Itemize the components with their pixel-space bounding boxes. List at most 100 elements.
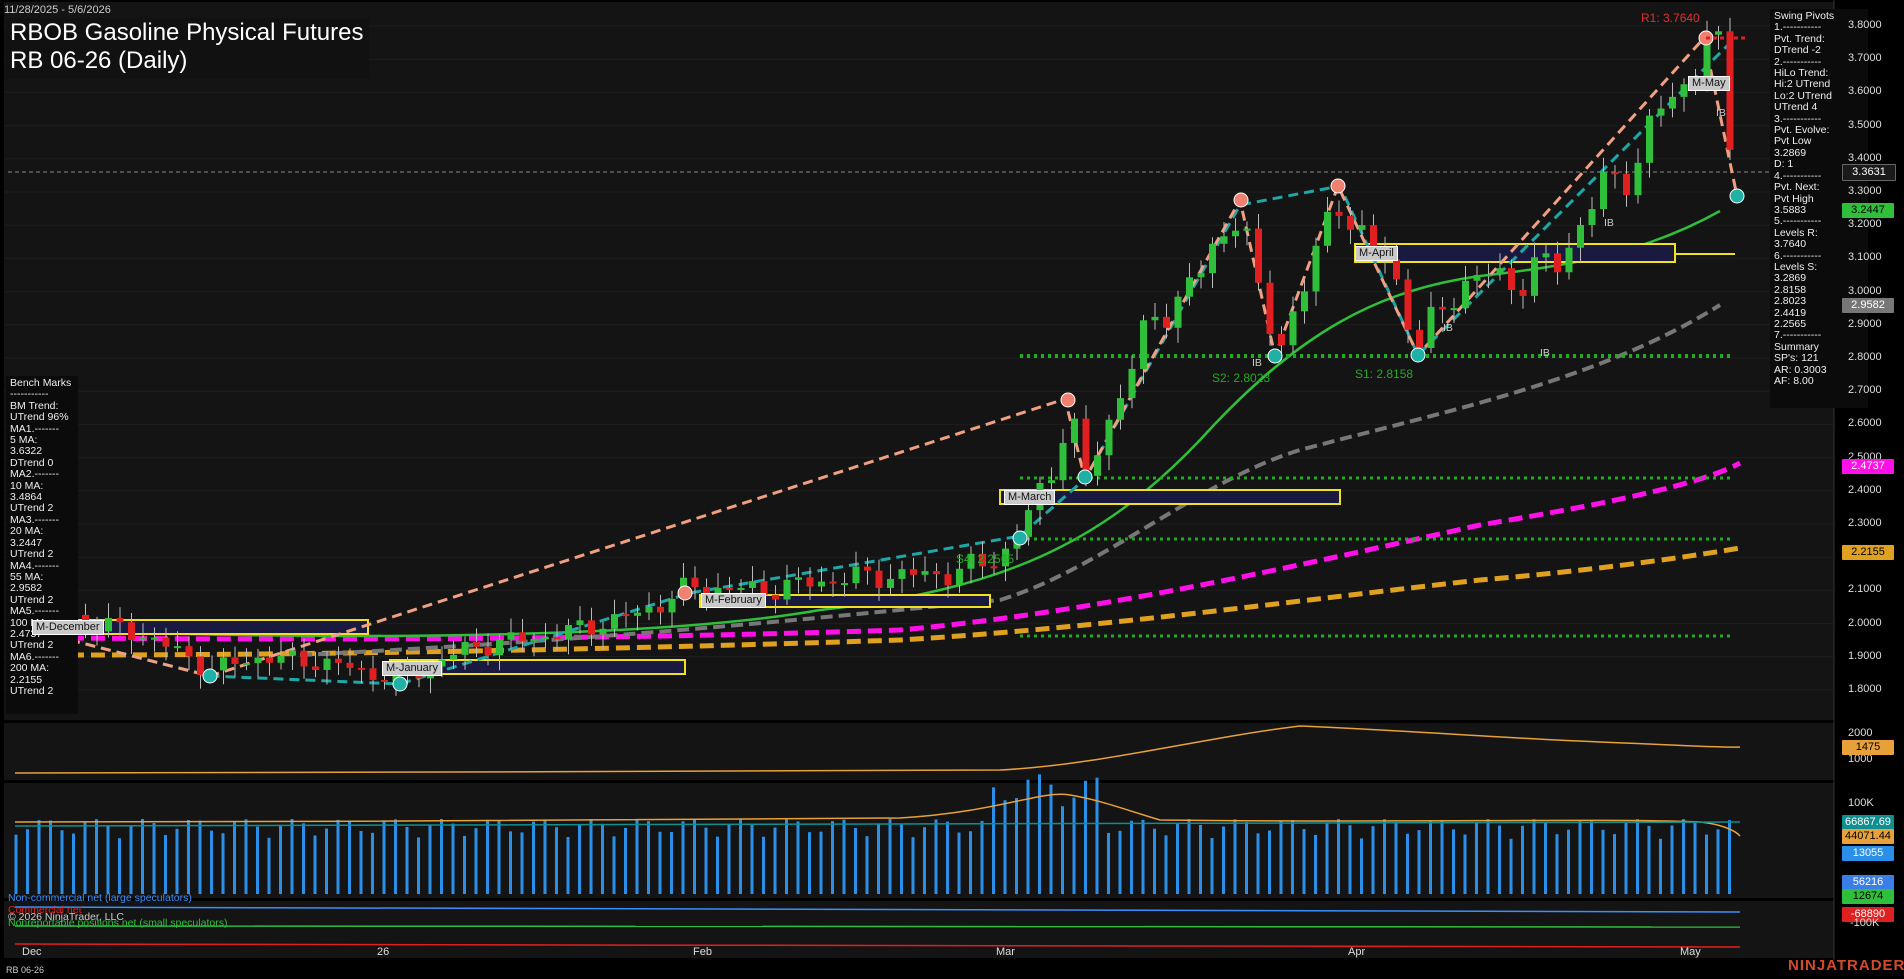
volume-bar <box>1544 822 1547 894</box>
pivot-high-marker <box>1060 392 1076 408</box>
volume-bar <box>923 827 926 894</box>
candle-body <box>530 638 538 642</box>
volume-bar <box>417 837 420 894</box>
candle-body <box>1508 268 1515 291</box>
price-tick: 3.2000 <box>1848 218 1882 231</box>
candle-body <box>1462 280 1469 309</box>
candle-body <box>1542 253 1550 258</box>
volume-bar <box>474 828 478 894</box>
volume-bar <box>739 819 742 894</box>
candle-body <box>1565 247 1573 273</box>
chart-canvas[interactable] <box>0 0 1904 979</box>
price-tick: 1.9000 <box>1848 649 1882 662</box>
price-level-badge: 3.3631 <box>1842 164 1896 182</box>
candle-body <box>1531 257 1538 296</box>
candle-body <box>1439 306 1446 310</box>
candle-body <box>1025 510 1032 537</box>
candle-body <box>565 625 572 640</box>
pivot-low-marker <box>392 676 408 692</box>
volume-bar <box>14 834 18 894</box>
candle-body <box>197 656 204 676</box>
volume-bar <box>957 832 961 894</box>
volume-bar <box>164 835 167 894</box>
month-label-april: M-April <box>1355 246 1398 261</box>
volume-bar <box>693 819 696 894</box>
volume-bar <box>670 832 673 894</box>
cot-legend-noncommercial: Non-commercial net (large speculators) <box>8 892 192 904</box>
volume-bar <box>992 787 995 894</box>
volume-bar <box>1049 784 1053 894</box>
candle-body <box>542 637 549 640</box>
candle-body <box>806 577 814 587</box>
volume-bar <box>555 827 558 894</box>
volume-bar <box>1245 822 1248 894</box>
volume-bar <box>1452 829 1455 894</box>
candle-body <box>944 574 952 586</box>
volume-bar <box>911 837 915 894</box>
volume-bar <box>1659 838 1662 894</box>
price-tick: 2.4000 <box>1848 483 1882 496</box>
candle-body <box>990 566 998 569</box>
volume-bar <box>578 824 581 894</box>
volume-bar <box>187 819 190 894</box>
instrument-contract: RB 06-26 (Daily) <box>10 47 188 74</box>
price-tick: 1.8000 <box>1848 683 1882 695</box>
volume-bar <box>106 826 110 894</box>
cot-noncommercial-badge: 56216 <box>1842 875 1894 890</box>
candle-body <box>185 646 193 657</box>
volume-bar <box>1176 823 1179 894</box>
volume-bar <box>1256 833 1260 894</box>
candle-body <box>1243 228 1251 231</box>
volume-bar <box>1532 819 1536 894</box>
candle-body <box>737 587 745 590</box>
candle-body <box>266 657 273 663</box>
open-interest-panel[interactable] <box>4 723 1834 780</box>
volume-bar <box>348 820 351 894</box>
volume-tick: 100K <box>1848 797 1874 809</box>
candle-body <box>1071 418 1078 443</box>
price-level-badge: 2.9582 <box>1842 298 1894 314</box>
volume-bar <box>647 821 650 894</box>
volume-bar <box>1061 806 1064 894</box>
volume-bar <box>854 827 857 894</box>
volume-bar <box>336 819 340 894</box>
candle-body <box>576 620 584 626</box>
candle-body <box>783 579 791 600</box>
candle-body <box>243 663 250 666</box>
volume-value-badge: 13055 <box>1842 846 1894 861</box>
volume-bar <box>1705 834 1708 894</box>
candle-body <box>507 632 515 640</box>
price-panel[interactable] <box>4 2 1834 720</box>
volume-bar <box>1302 829 1306 894</box>
volume-bar <box>1682 819 1685 894</box>
volume-bar <box>1509 838 1513 894</box>
candle-body <box>323 658 331 670</box>
candle-body <box>496 639 503 656</box>
volume-bar <box>95 819 98 894</box>
x-label-apr: Apr <box>1348 946 1366 958</box>
volume-bar <box>405 826 409 894</box>
candle-body <box>151 637 158 640</box>
volume-bar <box>543 819 547 894</box>
volume-bar <box>129 825 133 894</box>
volume-bar <box>325 828 328 894</box>
volume-bar <box>796 821 800 894</box>
volume-bar <box>1003 800 1007 894</box>
ib-marker: IB <box>1716 107 1726 119</box>
candle-body <box>772 594 779 600</box>
candle-body <box>852 566 860 584</box>
volume-bar <box>1590 820 1593 894</box>
candle-body <box>910 569 917 575</box>
volume-bar <box>1233 819 1237 894</box>
volume-bar <box>1291 820 1294 894</box>
candle-body <box>1634 162 1642 196</box>
volume-bar <box>1337 819 1340 894</box>
candle-body <box>369 668 377 680</box>
month-label-march: M-March <box>1004 490 1056 505</box>
volume-bar <box>819 831 823 894</box>
volume-bar <box>279 824 282 894</box>
candle-body <box>1588 209 1596 225</box>
price-tick: 3.4000 <box>1848 151 1882 164</box>
volume-panel[interactable] <box>4 783 1834 898</box>
volume-bar <box>1636 819 1639 894</box>
